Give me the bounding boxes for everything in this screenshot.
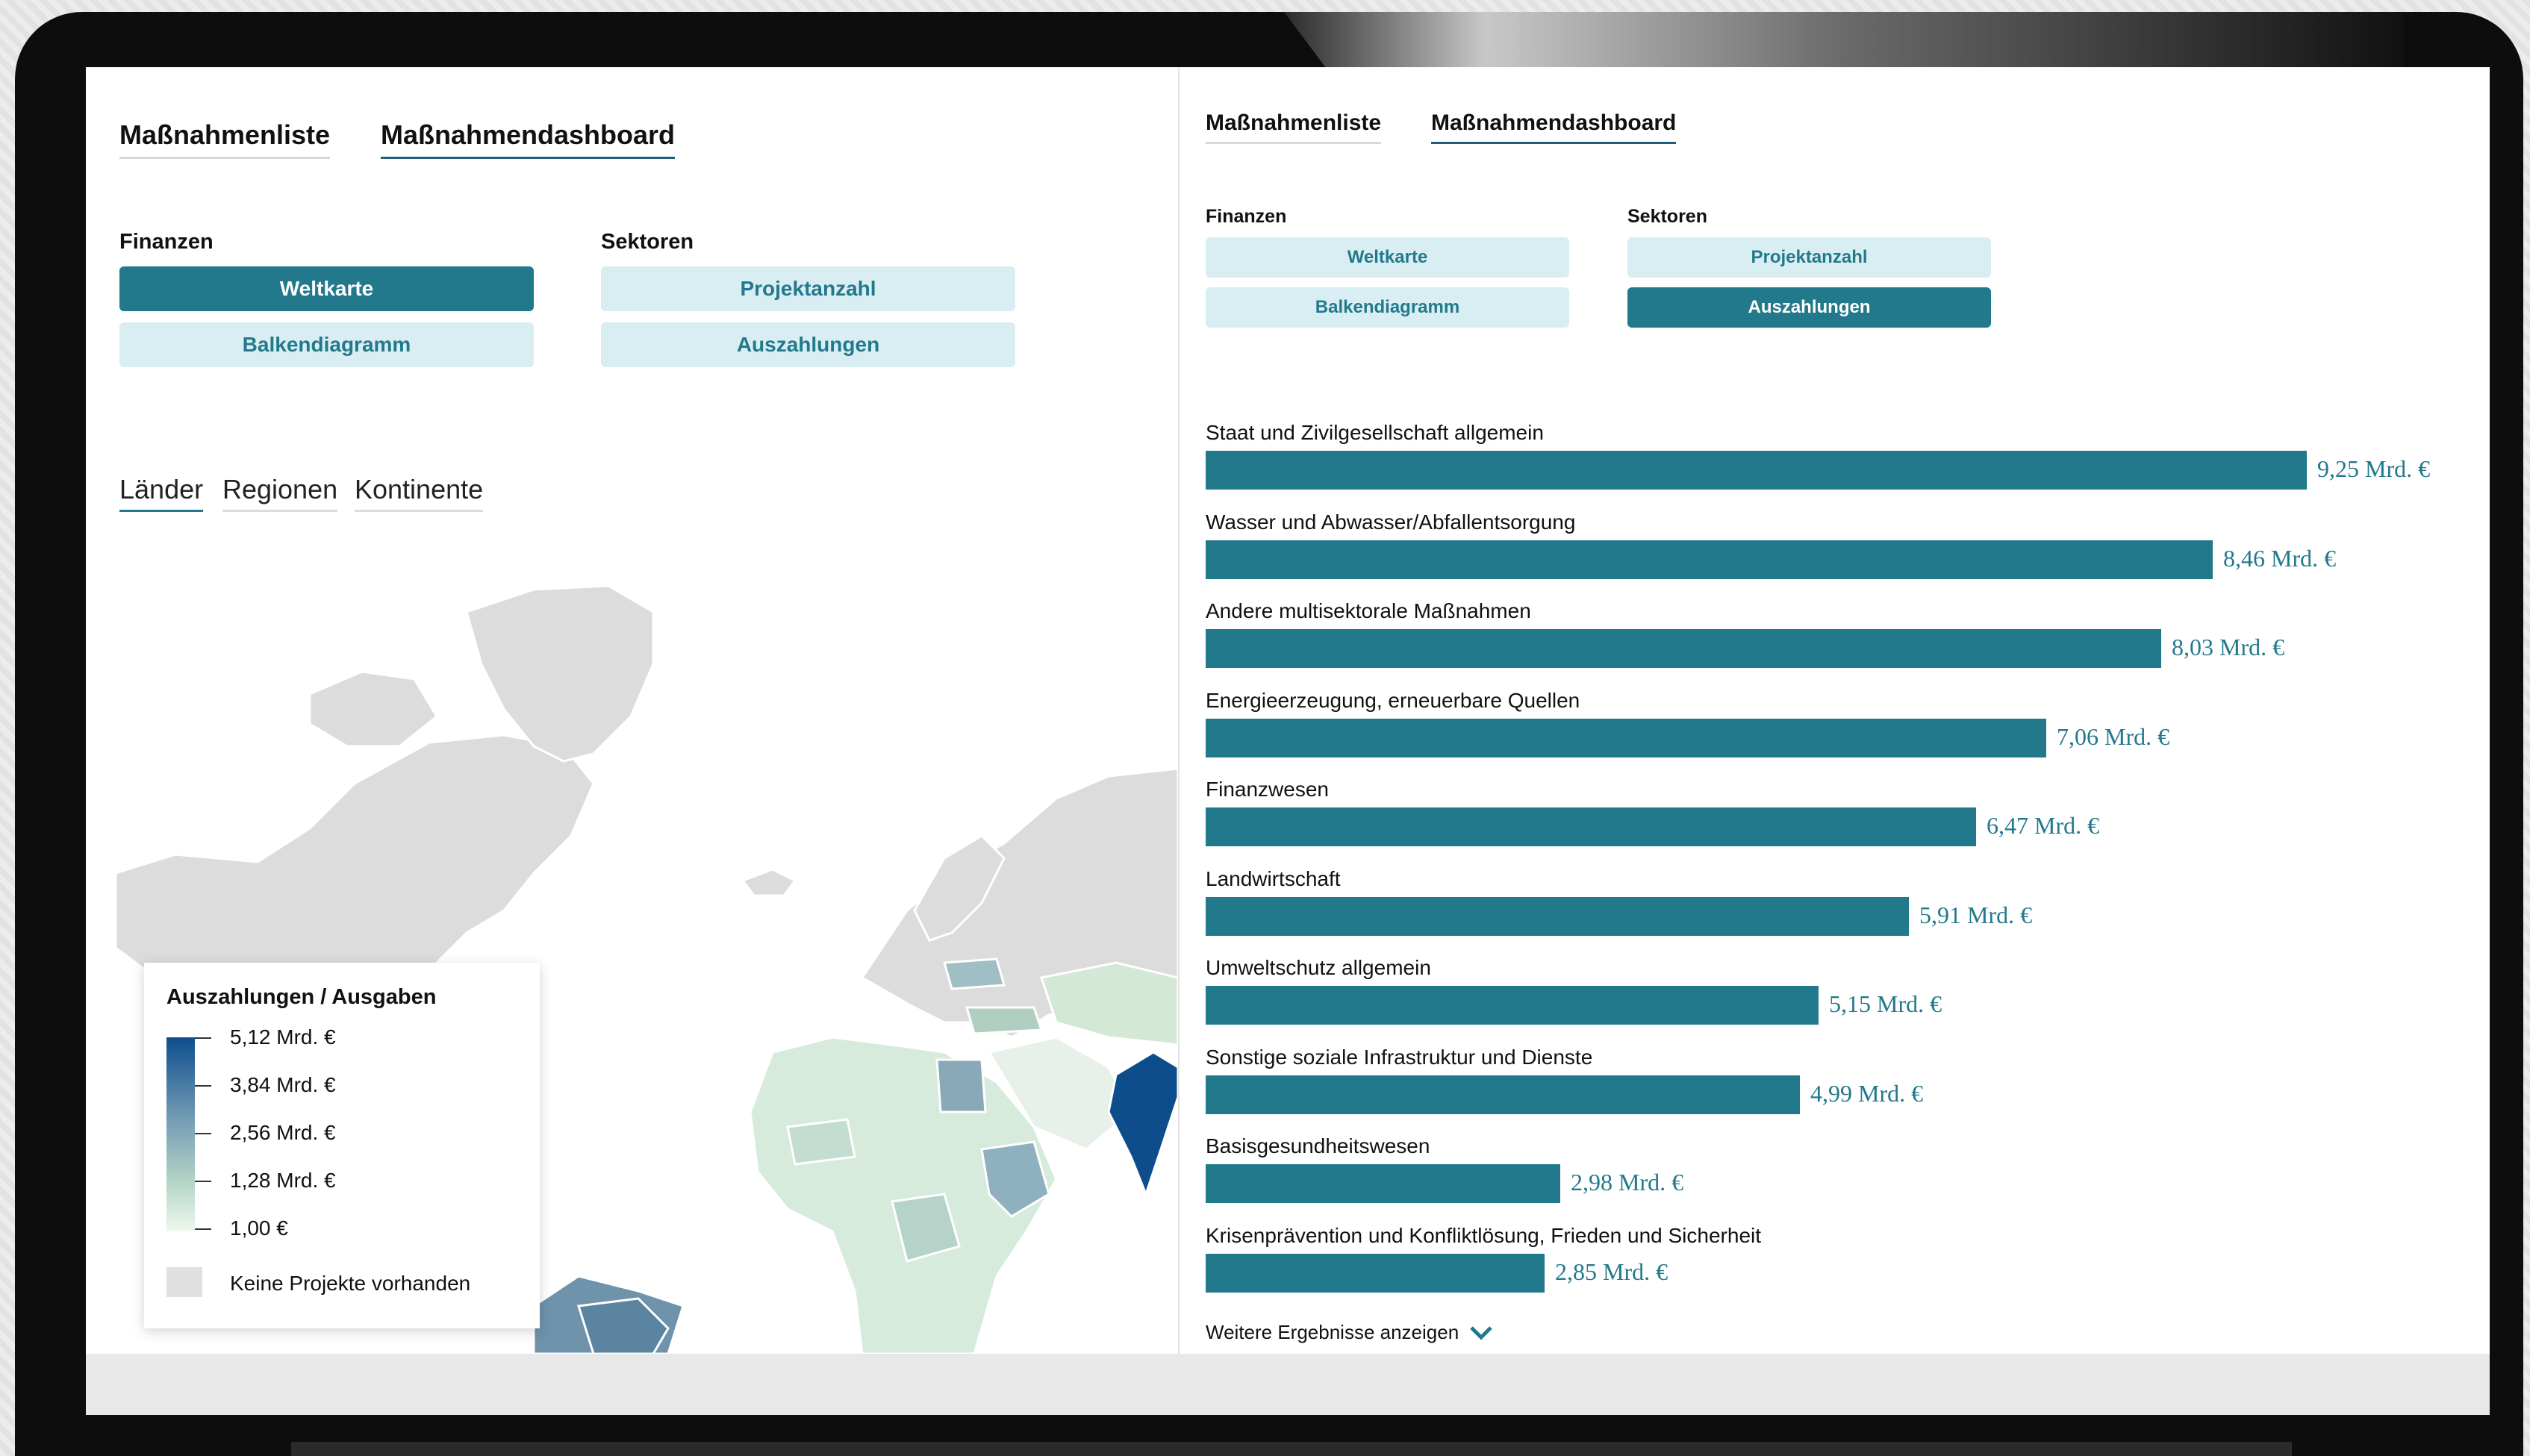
auszahlungen-button[interactable]: Auszahlungen — [601, 322, 1015, 367]
bar-category-label: Finanzwesen — [1206, 778, 1329, 801]
central-asia-region — [1040, 961, 1180, 1046]
legend-tick — [195, 1085, 211, 1087]
auszahlungen-button[interactable]: Auszahlungen — [1627, 287, 1991, 328]
bar[interactable] — [1206, 1164, 1560, 1203]
bar-category-label: Krisenprävention und Konfliktlösung, Fri… — [1206, 1223, 1762, 1247]
subtab-regionen[interactable]: Regionen — [222, 474, 338, 512]
laptop-glare — [1284, 12, 2404, 72]
bar-category-label: Staat und Zivilgesellschaft allgemein — [1206, 421, 1544, 444]
legend-title: Auszahlungen / Ausgaben — [166, 985, 437, 1009]
arctic-islands-region — [308, 670, 438, 748]
bar-value-label: 6,47 Mrd. € — [1987, 812, 2100, 839]
weltkarte-button[interactable]: Weltkarte — [1206, 237, 1569, 278]
legend-tick — [195, 1133, 211, 1134]
ukraine-region — [943, 957, 1006, 990]
bar[interactable] — [1206, 718, 2046, 757]
laptop-bottom-strip — [86, 1354, 2490, 1415]
legend-value-1: 5,12 Mrd. € — [230, 1025, 336, 1049]
sektoren-label: Sektoren — [1627, 206, 1707, 227]
legend-no-data-label: Keine Projekte vorhanden — [230, 1272, 471, 1295]
bar[interactable] — [1206, 1253, 1545, 1293]
bar-value-label: 2,85 Mrd. € — [1555, 1257, 1669, 1285]
legend-value-2: 3,84 Mrd. € — [230, 1073, 336, 1096]
bar-value-label: 8,46 Mrd. € — [2223, 544, 2337, 572]
balkendiagramm-button[interactable]: Balkendiagramm — [1206, 287, 1569, 328]
laptop-screen: Maßnahmenliste Maßnahmendashboard Finanz… — [86, 67, 2490, 1354]
bar[interactable] — [1206, 986, 1819, 1025]
sektoren-label: Sektoren — [601, 230, 694, 254]
bar-dashboard-panel: Maßnahmenliste Maßnahmendashboard Finanz… — [1178, 67, 2490, 1354]
legend-tick — [195, 1037, 211, 1039]
bar-category-label: Basisgesundheitswesen — [1206, 1134, 1430, 1157]
subtab-laender[interactable]: Länder — [119, 474, 204, 512]
bar-value-label: 9,25 Mrd. € — [2317, 455, 2431, 482]
projektanzahl-button[interactable]: Projektanzahl — [601, 266, 1015, 311]
more-results-link[interactable]: Weitere Ergebnisse anzeigen — [1206, 1321, 1493, 1344]
more-results-label: Weitere Ergebnisse anzeigen — [1206, 1321, 1459, 1343]
bar-category-label: Sonstige soziale Infrastruktur und Diens… — [1206, 1045, 1593, 1069]
legend-tick — [195, 1181, 211, 1182]
bar[interactable] — [1206, 1075, 1800, 1114]
bar-value-label: 7,06 Mrd. € — [2057, 722, 2170, 750]
chevron-down-icon — [1470, 1325, 1492, 1340]
balkendiagramm-button[interactable]: Balkendiagramm — [119, 322, 534, 367]
tab-massnahmendashboard[interactable]: Maßnahmendashboard — [1431, 110, 1677, 144]
iceland-region — [741, 868, 797, 897]
west-africa-region — [786, 1118, 856, 1166]
bar[interactable] — [1206, 540, 2213, 579]
bar-value-label: 5,15 Mrd. € — [1829, 990, 1942, 1017]
legend-value-3: 2,56 Mrd. € — [230, 1121, 336, 1144]
legend-no-data-swatch — [166, 1267, 202, 1297]
india-region — [1107, 1051, 1180, 1198]
legend-value-5: 1,00 € — [230, 1216, 288, 1240]
finanzen-label: Finanzen — [1206, 206, 1287, 227]
bar-category-label: Andere multisektorale Maßnahmen — [1206, 599, 1531, 622]
bar-category-label: Umweltschutz allgemein — [1206, 956, 1431, 979]
bar[interactable] — [1206, 451, 2307, 490]
legend-value-4: 1,28 Mrd. € — [230, 1169, 336, 1192]
turkey-region — [965, 1006, 1044, 1035]
bar-value-label: 4,99 Mrd. € — [1810, 1079, 1924, 1107]
bar[interactable] — [1206, 807, 1976, 846]
laptop-bottom-edge — [291, 1442, 2292, 1456]
projektanzahl-button[interactable]: Projektanzahl — [1627, 237, 1991, 278]
bar-value-label: 8,03 Mrd. € — [2172, 634, 2285, 660]
egypt-region — [935, 1058, 987, 1113]
finanzen-label: Finanzen — [119, 230, 214, 254]
tab-massnahmenliste[interactable]: Maßnahmenliste — [1206, 110, 1382, 144]
subtab-kontinente[interactable]: Kontinente — [355, 474, 484, 512]
bar[interactable] — [1206, 629, 2161, 668]
tab-massnahmenliste[interactable]: Maßnahmenliste — [119, 119, 331, 159]
bar-value-label: 5,91 Mrd. € — [1919, 901, 2033, 928]
bar-category-label: Landwirtschaft — [1206, 866, 1341, 890]
weltkarte-button[interactable]: Weltkarte — [119, 266, 534, 311]
map-legend: Auszahlungen / Ausgaben 5,12 Mrd. € 3,84… — [144, 963, 540, 1328]
bar-category-label: Wasser und Abwasser/Abfallentsorgung — [1206, 510, 1576, 534]
bar-value-label: 2,98 Mrd. € — [1571, 1169, 1684, 1196]
tab-massnahmendashboard[interactable]: Maßnahmendashboard — [381, 119, 676, 159]
legend-tick — [195, 1228, 211, 1230]
legend-color-scale — [166, 1037, 195, 1231]
bar[interactable] — [1206, 896, 1909, 936]
bar-category-label: Energieerzeugung, erneuerbare Quellen — [1206, 688, 1580, 712]
map-dashboard-panel: Maßnahmenliste Maßnahmendashboard Finanz… — [86, 67, 1180, 1354]
